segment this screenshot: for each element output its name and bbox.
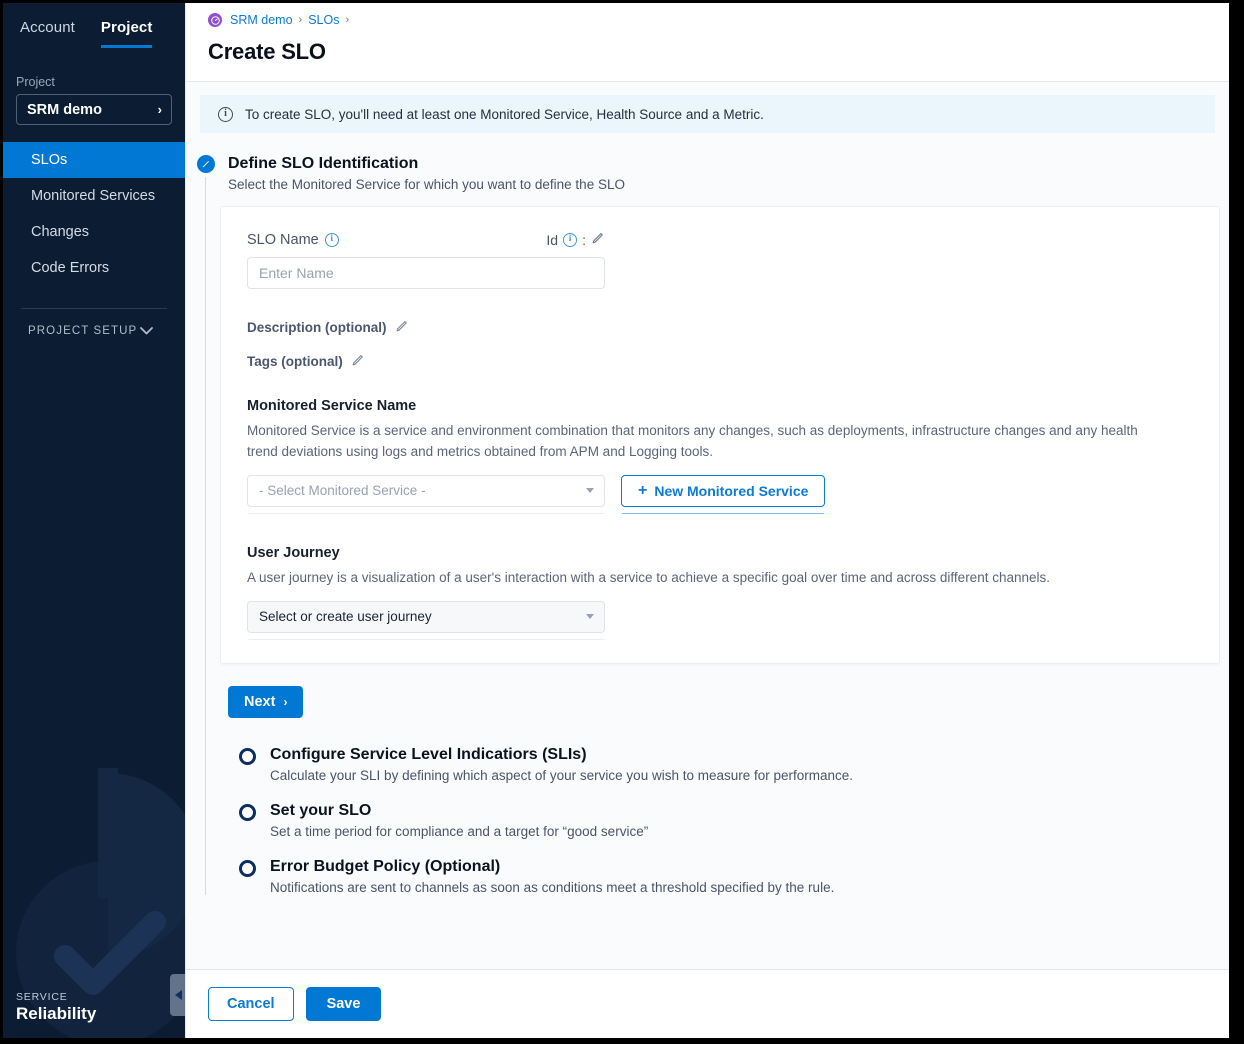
breadcrumb: SRM demo › SLOs › — [208, 13, 1229, 27]
info-circle-icon: i — [218, 107, 233, 122]
form-scroll-area[interactable]: i To create SLO, you'll need at least on… — [186, 82, 1229, 969]
step-rail — [205, 177, 206, 895]
step-ring-icon — [239, 860, 256, 877]
define-step-title: Define SLO Identification — [228, 155, 1229, 173]
user-journey-description: A user journey is a visualization of a u… — [247, 568, 1157, 589]
main-content: SRM demo › SLOs › Create SLO i To create… — [185, 3, 1229, 1038]
sidebar-item-project-setup[interactable]: PROJECT SETUP — [3, 325, 185, 337]
slo-id-colon: : — [582, 232, 586, 248]
sidebar-divider — [21, 308, 167, 309]
step-title: Configure Service Level Indicatiors (SLI… — [270, 746, 1229, 764]
sidebar-scope-tabs: Account Project — [3, 3, 185, 48]
slo-name-input[interactable] — [247, 257, 605, 289]
slo-id-label: Id — [546, 232, 558, 248]
user-journey-controls: Select or create user journey — [247, 601, 1219, 633]
monitored-service-select[interactable]: - Select Monitored Service - — [247, 475, 605, 507]
user-journey-title: User Journey — [247, 545, 1219, 561]
breadcrumb-item-srm-demo[interactable]: SRM demo — [230, 13, 293, 27]
breadcrumb-item-slos[interactable]: SLOs — [308, 13, 339, 27]
slo-id-info-icon[interactable]: i — [563, 233, 577, 247]
brand-reliability-label: Reliability — [16, 1004, 96, 1024]
tags-edit-pencil-icon[interactable] — [351, 353, 365, 370]
page-title: Create SLO — [186, 27, 1229, 81]
monitored-service-description: Monitored Service is a service and envir… — [247, 421, 1157, 463]
sidebar-item-code-errors[interactable]: Code Errors — [3, 250, 185, 286]
tab-account[interactable]: Account — [20, 19, 75, 48]
sidebar-nav: SLOs Monitored Services Changes Code Err… — [3, 142, 185, 286]
slo-identification-card: SLO Name i Id i : — [220, 206, 1220, 664]
tags-label: Tags (optional) — [247, 354, 343, 369]
step-title: Set your SLO — [270, 802, 1229, 820]
project-setup-label: PROJECT SETUP — [28, 325, 137, 337]
description-label: Description (optional) — [247, 320, 387, 335]
monitored-service-title: Monitored Service Name — [247, 398, 1219, 414]
step-description: Calculate your SLI by defining which asp… — [270, 768, 1229, 783]
user-journey-block: User Journey A user journey is a visuali… — [247, 545, 1219, 633]
new-monitored-service-button[interactable]: + New Monitored Service — [621, 475, 825, 507]
step-ring-icon — [239, 748, 256, 765]
app-window: Account Project Project SRM demo › SLOs … — [3, 3, 1229, 1038]
save-button[interactable]: Save — [306, 987, 382, 1021]
footer-actions: Cancel Save — [186, 969, 1229, 1038]
define-slo-identification-step: Define SLO Identification Select the Mon… — [186, 155, 1229, 895]
sidebar-item-slos[interactable]: SLOs — [3, 142, 185, 178]
pencil-icon — [197, 155, 215, 173]
step-description: Notifications are sent to channels as so… — [270, 880, 1229, 895]
step-ring-icon — [239, 804, 256, 821]
description-edit-pencil-icon[interactable] — [395, 319, 409, 336]
project-section-label: Project — [16, 75, 185, 89]
new-monitored-service-label: New Monitored Service — [654, 483, 808, 499]
slo-name-label: SLO Name — [247, 232, 319, 248]
slo-name-info-icon[interactable]: i — [325, 233, 339, 247]
chevron-down-icon — [586, 488, 594, 493]
chevron-down-icon — [140, 327, 153, 335]
slo-id-edit-pencil-icon[interactable] — [591, 231, 605, 248]
tags-row: Tags (optional) — [247, 353, 1219, 370]
slo-id-group: Id i : — [546, 231, 605, 248]
step-error-budget-policy[interactable]: Error Budget Policy (Optional) Notificat… — [228, 858, 1229, 895]
brand-service-label: SERVICE — [16, 991, 96, 1003]
chevron-right-icon: › — [283, 695, 287, 709]
breadcrumb-bar: SRM demo › SLOs › — [186, 3, 1229, 27]
description-row: Description (optional) — [247, 319, 1219, 336]
chevron-down-icon — [586, 614, 594, 619]
step-title: Error Budget Policy (Optional) — [270, 858, 1229, 876]
triangle-left-icon — [175, 990, 182, 1000]
project-selector-value: SRM demo — [27, 102, 102, 118]
next-button[interactable]: Next › — [228, 686, 303, 718]
step-set-your-slo[interactable]: Set your SLO Set a time period for compl… — [228, 802, 1229, 839]
breadcrumb-separator-icon: › — [299, 14, 303, 26]
sidebar-item-changes[interactable]: Changes — [3, 214, 185, 250]
info-banner: i To create SLO, you'll need at least on… — [200, 95, 1215, 133]
tab-project[interactable]: Project — [101, 19, 153, 48]
monitored-service-block: Monitored Service Name Monitored Service… — [247, 398, 1219, 507]
step-description: Set a time period for compliance and a t… — [270, 824, 1229, 839]
product-brand: SERVICE Reliability — [16, 991, 96, 1024]
define-step-subtitle: Select the Monitored Service for which y… — [228, 177, 1229, 192]
user-journey-select-value: Select or create user journey — [259, 609, 432, 624]
monitored-service-controls: - Select Monitored Service - + New Monit… — [247, 475, 1219, 507]
remaining-steps-list: Configure Service Level Indicatiors (SLI… — [228, 746, 1229, 895]
srm-module-icon — [208, 13, 222, 27]
breadcrumb-separator-icon-2: › — [345, 14, 349, 26]
user-journey-select[interactable]: Select or create user journey — [247, 601, 605, 633]
slo-name-row: SLO Name i Id i : — [247, 231, 605, 248]
info-banner-text: To create SLO, you'll need at least one … — [245, 107, 764, 122]
sidebar-item-monitored-services[interactable]: Monitored Services — [3, 178, 185, 214]
step-configure-slis[interactable]: Configure Service Level Indicatiors (SLI… — [228, 746, 1229, 783]
monitored-service-select-value: - Select Monitored Service - — [259, 483, 426, 498]
sidebar-collapse-button[interactable] — [170, 974, 185, 1016]
next-button-label: Next — [244, 694, 275, 710]
project-selector[interactable]: SRM demo › — [16, 94, 172, 125]
sidebar: Account Project Project SRM demo › SLOs … — [3, 3, 185, 1038]
cancel-button[interactable]: Cancel — [208, 987, 294, 1021]
slo-name-label-group: SLO Name i — [247, 232, 339, 248]
plus-icon: + — [638, 483, 647, 499]
chevron-right-icon: › — [158, 102, 162, 117]
